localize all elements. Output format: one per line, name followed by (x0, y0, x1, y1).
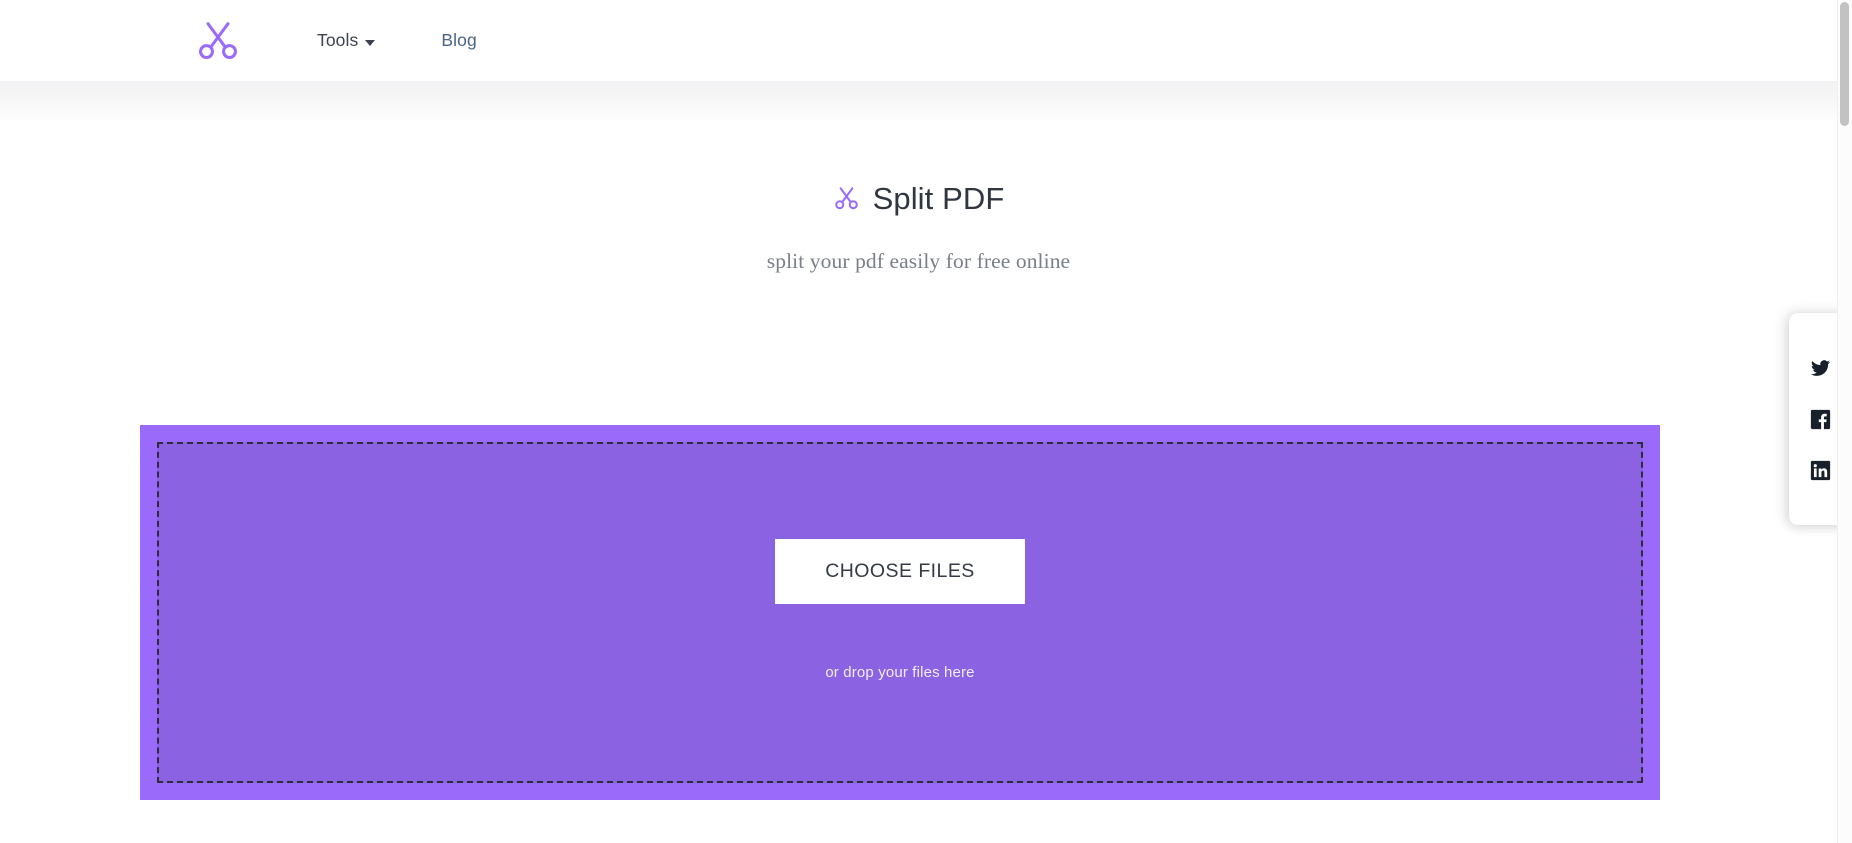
page-root: Tools Blog Split PDF split your pdf easi (0, 0, 1852, 843)
site-header: Tools Blog (0, 0, 1837, 81)
nav-item-blog[interactable]: Blog (427, 0, 490, 81)
chevron-down-icon (365, 39, 376, 46)
choose-files-button[interactable]: CHOOSE FILES (775, 538, 1025, 604)
page-title-text: Split PDF (872, 181, 1005, 216)
header-shadow-band (0, 81, 1837, 123)
page-title: Split PDF (0, 183, 1837, 214)
brand-logo-link[interactable] (190, 13, 246, 69)
file-dropzone-inner[interactable]: CHOOSE FILES or drop your files here (157, 442, 1643, 783)
drop-files-hint: or drop your files here (825, 663, 975, 681)
file-dropzone[interactable]: CHOOSE FILES or drop your files here (140, 425, 1660, 800)
scissors-icon (195, 18, 241, 64)
twitter-icon[interactable] (1810, 357, 1832, 379)
scissors-icon (833, 185, 860, 212)
linkedin-icon[interactable] (1810, 459, 1832, 481)
page-scrollbar-thumb[interactable] (1840, 2, 1849, 126)
facebook-icon[interactable] (1810, 408, 1832, 430)
page-scrollbar-track[interactable] (1837, 0, 1852, 843)
primary-nav: Tools Blog (303, 0, 491, 81)
nav-item-blog-label: Blog (441, 30, 477, 50)
hero-section: Split PDF split your pdf easily for free… (0, 123, 1837, 274)
page-subtitle: split your pdf easily for free online (766, 249, 1071, 273)
nav-item-tools[interactable]: Tools (303, 0, 389, 81)
nav-item-tools-label: Tools (317, 30, 359, 50)
